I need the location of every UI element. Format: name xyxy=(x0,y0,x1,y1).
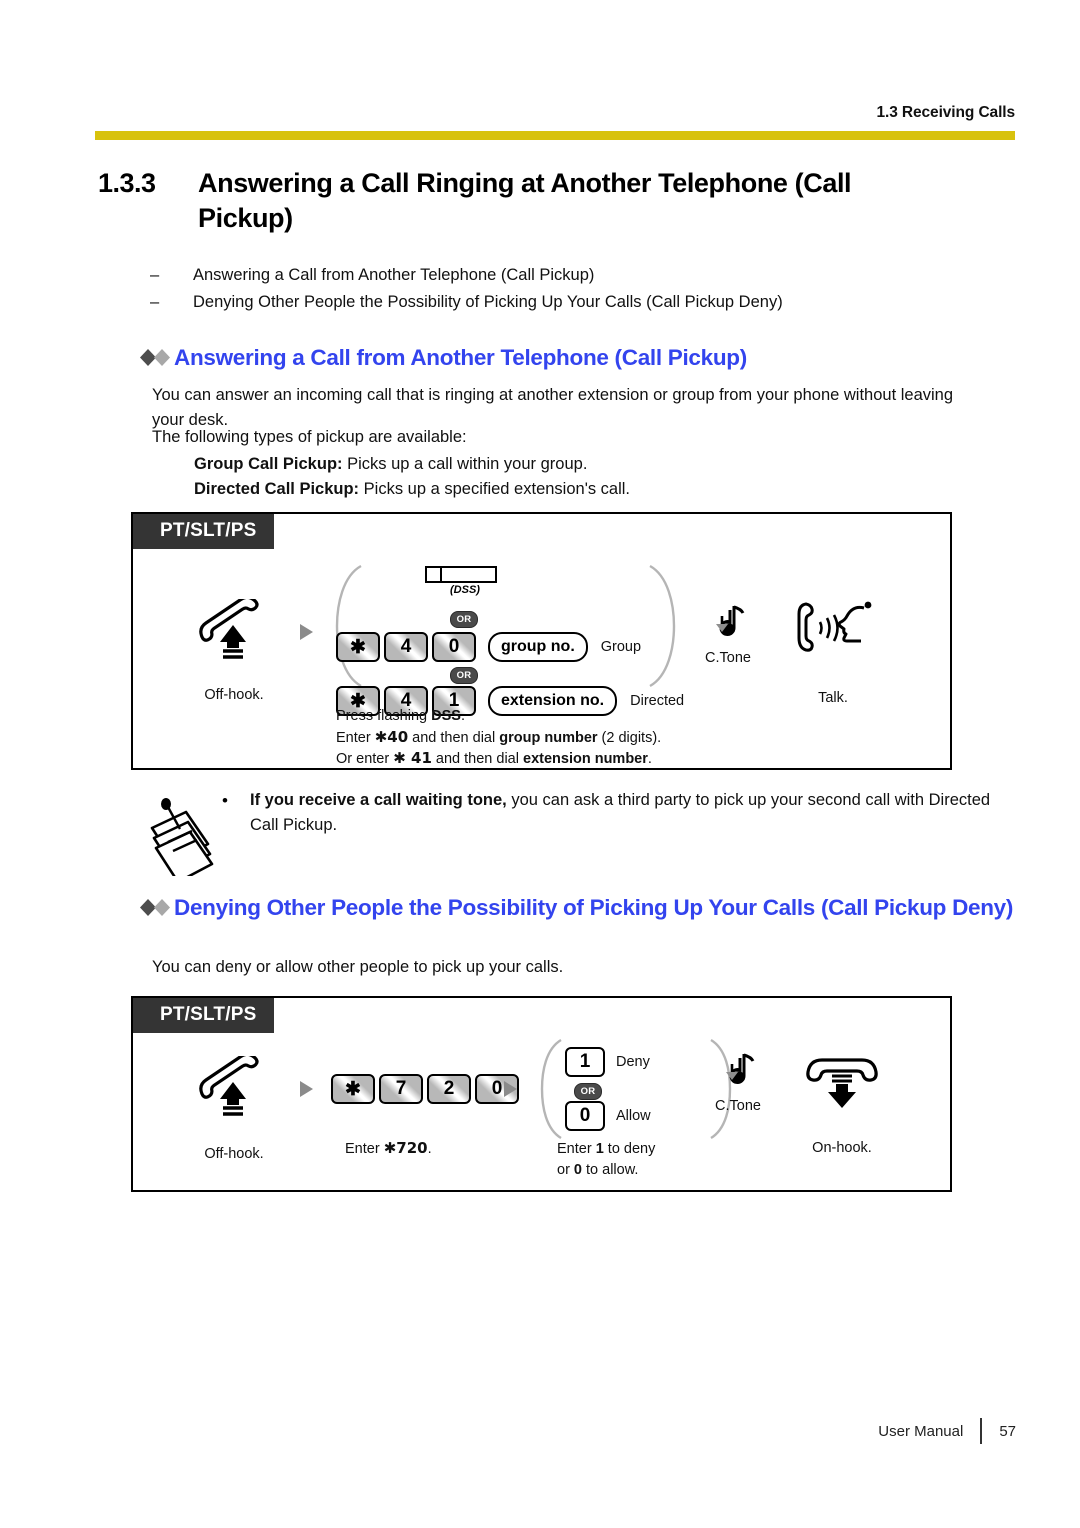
diagram2-choice-caption-line1: Enter 1 to deny xyxy=(557,1141,656,1157)
double-diamond-icon xyxy=(140,893,174,921)
diagram2-step-offhook: Off-hook. xyxy=(175,1052,293,1164)
page-footer: User Manual 57 xyxy=(878,1418,1016,1444)
running-head: 1.3 Receiving Calls xyxy=(876,104,1015,121)
keypad-key-4[interactable]: 4 xyxy=(384,632,428,662)
topic1-pickup-types: Group Call Pickup: Picks up a call withi… xyxy=(152,452,977,502)
flow-arrow-icon xyxy=(300,624,313,640)
page-title: 1.3.3 Answering a Call Ringing at Anothe… xyxy=(98,166,998,235)
keypad-key-asterisk[interactable]: ✱ xyxy=(331,1074,375,1104)
double-diamond-icon xyxy=(140,343,174,371)
list-item: – Answering a Call from Another Telephon… xyxy=(150,262,1030,289)
topic2-paragraph-1: You can deny or allow other people to pi… xyxy=(152,958,564,976)
keypad-key-asterisk[interactable]: ✱ xyxy=(336,632,380,662)
list-item-label: Answering a Call from Another Telephone … xyxy=(193,266,595,284)
dash-icon: – xyxy=(150,266,160,284)
on-hook-handset-icon xyxy=(798,1058,886,1114)
diagram2-choice-caption-line2: or 0 to allow. xyxy=(557,1161,639,1178)
dash-icon: – xyxy=(150,292,160,311)
diagram1-offhook-caption: Off-hook. xyxy=(204,687,264,703)
diagram1-talk-caption: Talk. xyxy=(818,690,848,706)
diagram1-notes: Press flashing DSS. Enter ✱40 and then d… xyxy=(336,706,661,770)
section-title-text: Answering a Call Ringing at Another Tele… xyxy=(198,168,852,233)
footer-divider xyxy=(980,1418,983,1444)
diagram2-choice-deny: 1 Deny xyxy=(565,1047,650,1077)
diagram-call-pickup-deny: PT/SLT/PS Off-hook. ✱ 7 2 0 Enter ✱720. xyxy=(131,996,952,1192)
off-hook-handset-icon xyxy=(192,595,276,665)
diagram2-enter-caption: Enter ✱720. xyxy=(345,1139,432,1157)
pickup-type-directed: Directed Call Pickup: Picks up a specifi… xyxy=(194,477,977,502)
footer-manual-label: User Manual xyxy=(878,1422,964,1440)
confirmation-tone-icon xyxy=(716,1053,760,1096)
keypad-key-0[interactable]: 0 xyxy=(565,1101,605,1131)
diagram1-row-group: ✱ 4 0 group no. Group xyxy=(336,632,641,662)
off-hook-handset-icon xyxy=(192,1052,276,1122)
diagram1-ctone-label: C.Tone xyxy=(705,650,751,666)
keypad-key-0[interactable]: 0 xyxy=(432,632,476,662)
topic-heading-text: Answering a Call from Another Telephone … xyxy=(174,345,747,370)
diagram1-phone-type-badge: PT/SLT/PS xyxy=(133,514,275,549)
note-callout: • If you receive a call waiting tone, yo… xyxy=(146,788,1026,884)
header-rule xyxy=(95,131,1015,140)
diagram1-note-line-1: Press flashing DSS. xyxy=(336,708,465,724)
group-brace-left-icon xyxy=(335,564,362,688)
pickup-type-group: Group Call Pickup: Picks up a call withi… xyxy=(194,452,977,477)
pickup-type-directed-desc: Picks up a specified extension's call. xyxy=(359,480,631,499)
diagram-call-pickup: PT/SLT/PS Off-hook. (DSS) OR ✱ 4 0 group… xyxy=(131,512,952,770)
label-allow: Allow xyxy=(616,1107,651,1124)
diagram2-choice-allow: 0 Allow xyxy=(565,1101,651,1131)
pickup-type-directed-term: Directed Call Pickup: xyxy=(194,480,360,499)
diagram2-step-ctone: C.Tone xyxy=(695,1050,781,1116)
list-item-label: Denying Other People the Possibility of … xyxy=(193,292,783,311)
diagram1-step-ctone: C.Tone xyxy=(685,602,771,668)
pickup-type-group-term: Group Call Pickup: xyxy=(194,455,343,473)
memo-pad-icon xyxy=(146,788,222,884)
dss-key-icon xyxy=(425,566,497,583)
diagram2-phone-type-badge: PT/SLT/PS xyxy=(133,998,275,1033)
pickup-type-group-desc: Picks up a call within your group. xyxy=(342,455,588,473)
keypad-key-1[interactable]: 1 xyxy=(565,1047,605,1077)
diagram2-onhook-caption: On-hook. xyxy=(812,1140,872,1156)
diagram1-note-line-3: Or enter ✱ 41 and then dial extension nu… xyxy=(336,749,652,768)
dss-lamp-icon xyxy=(427,568,442,581)
topic-list: – Answering a Call from Another Telephon… xyxy=(150,262,1030,315)
keypad-key-2[interactable]: 2 xyxy=(427,1074,471,1104)
diagram2-choice-caption: Enter 1 to deny or 0 to allow. xyxy=(557,1139,655,1180)
keypad-key-7[interactable]: 7 xyxy=(379,1074,423,1104)
label-deny: Deny xyxy=(616,1053,650,1070)
group-brace-right-icon xyxy=(649,564,676,688)
or-badge: OR xyxy=(450,667,478,684)
talk-icon xyxy=(790,601,876,664)
bullet-icon: • xyxy=(222,791,228,810)
topic1-paragraph-2: The following types of pickup are availa… xyxy=(152,428,467,446)
page-header: 1.3 Receiving Calls xyxy=(95,104,1015,140)
diagram2-step-onhook: On-hook. xyxy=(783,1050,901,1158)
footer-page-number: 57 xyxy=(999,1422,1016,1440)
topic-heading-text: Denying Other People the Possibility of … xyxy=(174,895,1014,920)
dss-key-label: (DSS) xyxy=(450,584,480,596)
flow-arrow-icon xyxy=(504,1081,517,1097)
confirmation-tone-icon xyxy=(706,605,750,648)
section-number: 1.3.3 xyxy=(98,168,156,198)
note-bold-lead: If you receive a call waiting tone, xyxy=(250,791,507,809)
flow-arrow-icon xyxy=(300,1081,313,1097)
or-badge: OR xyxy=(574,1083,602,1100)
diagram1-step-offhook: Off-hook. xyxy=(175,595,293,705)
topic-heading-call-pickup-deny: Denying Other People the Possibility of … xyxy=(140,893,1020,923)
diagram1-step-talk: Talk. xyxy=(778,596,888,708)
choice-brace-left-icon xyxy=(540,1038,562,1140)
label-group: Group xyxy=(600,638,642,655)
diagram1-note-line-2: Enter ✱40 and then dial group number (2 … xyxy=(336,727,662,746)
note-text: If you receive a call waiting tone, you … xyxy=(250,788,1012,838)
diagram2-keypad-sequence: ✱ 7 2 0 xyxy=(331,1074,523,1104)
topic-heading-call-pickup: Answering a Call from Another Telephone … xyxy=(140,343,1020,373)
or-badge: OR xyxy=(450,611,478,628)
diagram1-dss-key-group: (DSS) xyxy=(425,566,505,596)
diagram2-offhook-caption: Off-hook. xyxy=(204,1146,264,1162)
input-group-no[interactable]: group no. xyxy=(488,632,588,662)
diagram2-ctone-label: C.Tone xyxy=(715,1098,761,1114)
list-item: – Denying Other People the Possibility o… xyxy=(150,289,1030,316)
